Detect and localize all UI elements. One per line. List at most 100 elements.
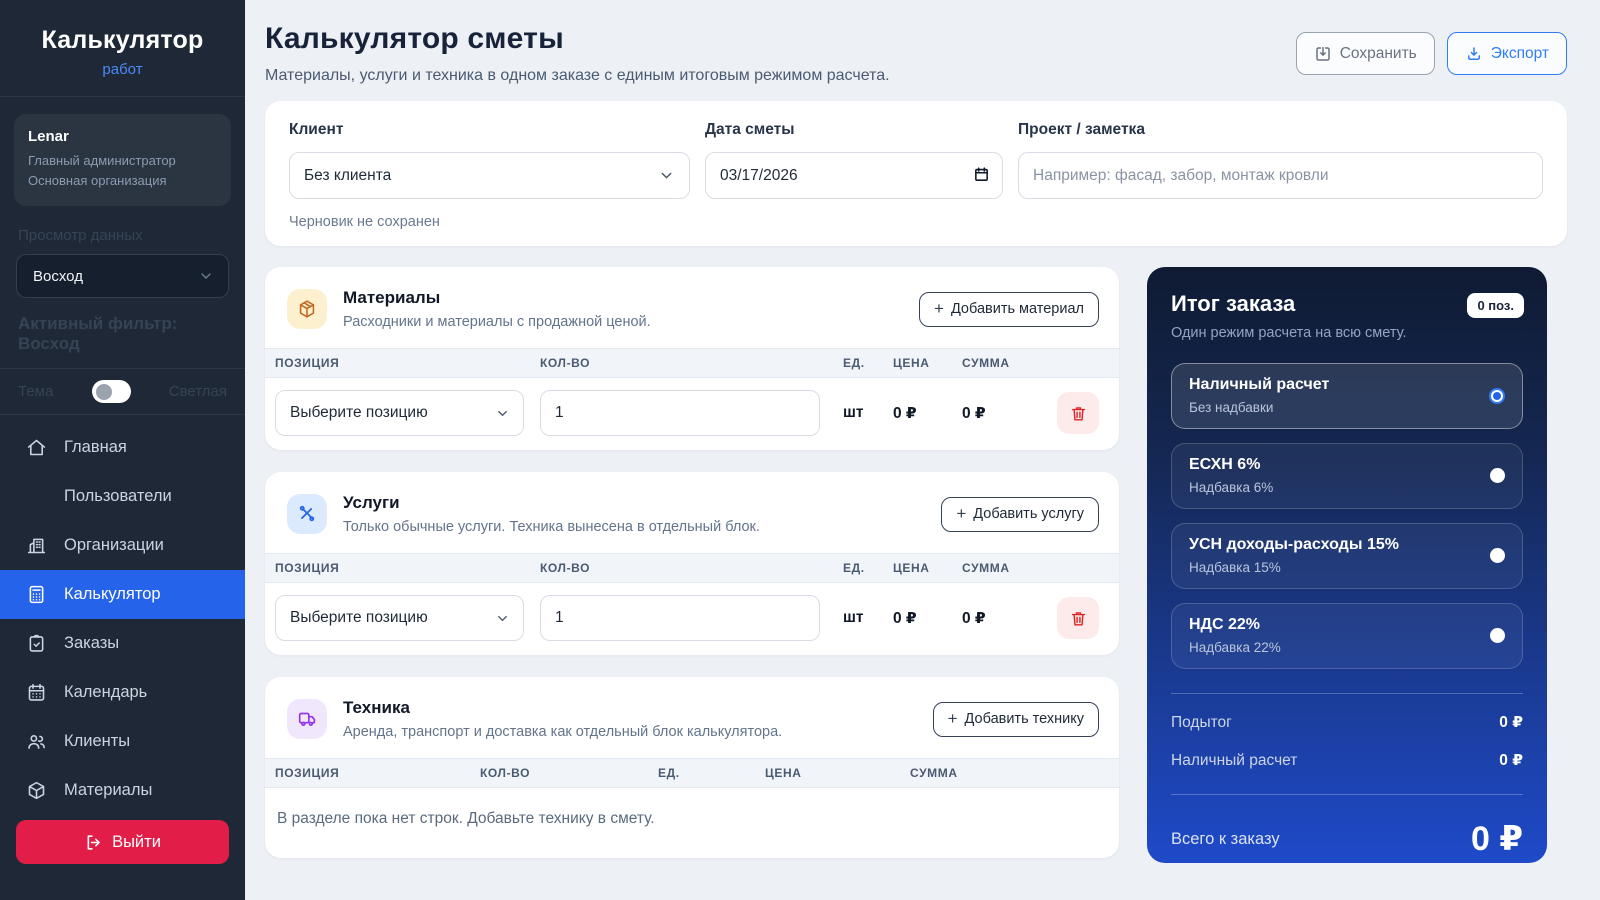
project-label: Проект / заметка [1018,121,1543,139]
radio-icon[interactable] [1490,468,1505,483]
logout-label: Выйти [112,833,161,852]
mode-option-eshn[interactable]: ЕСХН 6% Надбавка 6% [1171,443,1523,509]
sidebar-item-organizations[interactable]: Организации [0,521,245,570]
date-input[interactable] [705,152,1003,199]
sidebar-item-home[interactable]: Главная [0,423,245,472]
delete-row-button[interactable] [1057,597,1099,639]
sidebar-item-label: Материалы [64,781,152,800]
radio-icon[interactable] [1490,628,1505,643]
divider [1171,693,1523,694]
plus-icon: + [956,504,966,524]
empty-section-message: В разделе пока нет строк. Добавьте техни… [265,788,1119,858]
table-header: ПОЗИЦИЯ КОЛ-ВО ЕД. ЦЕНА СУММА [265,553,1119,583]
section-subtitle: Аренда, транспорт и доставка как отдельн… [343,724,933,740]
client-select[interactable]: Без клиента [289,152,690,199]
download-icon [1465,45,1483,63]
divider [1171,794,1523,795]
calendar-icon[interactable] [973,166,990,183]
service-price: 0 ₽ [893,609,962,628]
sidebar-item-orders[interactable]: Заказы [0,619,245,668]
section-subtitle: Расходники и материалы с продажной ценой… [343,314,919,330]
add-service-label: Добавить услугу [973,506,1084,522]
mode-option-usn[interactable]: УСН доходы-расходы 15% Надбавка 15% [1171,523,1523,589]
sidebar-item-materials[interactable]: Материалы [0,766,245,815]
page-title: Калькулятор сметы [265,22,890,56]
radio-icon[interactable] [1490,548,1505,563]
sidebar-item-label: Заказы [64,634,119,653]
radio-selected-icon[interactable] [1489,388,1505,404]
order-summary-panel: Итог заказа Один режим расчета на всю см… [1147,267,1547,863]
view-data-label: Просмотр данных [18,227,227,244]
add-service-button[interactable]: + Добавить услугу [941,497,1099,532]
equipment-section: Техника Аренда, транспорт и доставка как… [265,677,1119,858]
sidebar-item-calculator[interactable]: Калькулятор [0,570,245,619]
positions-count-badge: 0 поз. [1467,293,1524,318]
service-unit: шт [843,609,893,627]
trash-icon [1069,609,1088,628]
app-title: Калькулятор [10,26,235,55]
mode-subtitle: Надбавка 22% [1189,640,1281,655]
mode-line-value: 0 ₽ [1499,751,1523,770]
sections-column: Материалы Расходники и материалы с прода… [265,267,1119,880]
mode-subtitle: Надбавка 15% [1189,560,1399,575]
sidebar-item-label: Пользователи [64,487,172,506]
theme-label: Тема [18,383,53,400]
materials-section: Материалы Расходники и материалы с прода… [265,267,1119,450]
export-button[interactable]: Экспорт [1447,32,1567,75]
divider [0,96,245,97]
logout-button[interactable]: Выйти [16,820,229,864]
col-price: ЦЕНА [893,356,962,370]
tools-icon [287,494,327,534]
mode-subtitle: Без надбавки [1189,400,1329,415]
section-title: Услуги [343,493,941,513]
chevron-down-icon [658,167,675,184]
services-section: Услуги Только обычные услуги. Техника вы… [265,472,1119,655]
chevron-down-icon [198,268,214,284]
calculator-icon [25,584,47,606]
sidebar-item-label: Клиенты [64,732,130,751]
chevron-down-icon [495,406,510,421]
org-filter-value: Восход [33,268,83,285]
service-position-select[interactable]: Выберите позицию [275,595,524,641]
sidebar-item-label: Калькулятор [64,585,161,604]
logout-icon [84,833,103,852]
mode-title: ЕСХН 6% [1189,456,1273,474]
mode-option-nds[interactable]: НДС 22% Надбавка 22% [1171,603,1523,669]
mode-option-cash[interactable]: Наличный расчет Без надбавки [1171,363,1523,429]
project-input[interactable] [1018,152,1543,199]
sidebar-item-calendar[interactable]: Календарь [0,668,245,717]
table-header: ПОЗИЦИЯ КОЛ-ВО ЕД. ЦЕНА СУММА [265,758,1119,788]
col-price: ЦЕНА [765,766,910,780]
divider [0,414,245,415]
client-label: Клиент [289,121,690,139]
client-select-value: Без клиента [304,167,391,185]
sidebar-item-label: Организации [64,536,164,555]
sidebar-item-label: Главная [64,438,127,457]
add-equipment-button[interactable]: + Добавить технику [933,702,1099,737]
app-subtitle: работ [10,61,235,78]
trash-icon [1069,404,1088,423]
service-qty-input[interactable] [540,595,820,641]
building-icon [25,535,47,557]
sidebar-item-users[interactable]: Пользователи [0,472,245,521]
page-subtitle: Материалы, услуги и техника в одном зака… [265,67,890,85]
service-sum: 0 ₽ [962,609,1057,628]
save-button[interactable]: Сохранить [1296,32,1435,75]
material-qty-input[interactable] [540,390,820,436]
sidebar-nav: Главная Пользователи Организации Калькул… [0,423,245,815]
plus-icon: + [934,299,944,319]
sidebar-item-clients[interactable]: Клиенты [0,717,245,766]
material-sum: 0 ₽ [962,404,1057,423]
material-position-select[interactable]: Выберите позицию [275,390,524,436]
theme-toggle[interactable] [92,380,131,403]
org-filter-select[interactable]: Восход [16,254,229,298]
mode-title: НДС 22% [1189,616,1281,634]
add-material-button[interactable]: + Добавить материал [919,292,1099,327]
mode-subtitle: Надбавка 6% [1189,480,1273,495]
col-unit: ЕД. [658,766,765,780]
calendar-icon [25,682,47,704]
delete-row-button[interactable] [1057,392,1099,434]
date-label: Дата сметы [705,121,1003,139]
app-logo: Калькулятор работ [0,0,245,96]
col-sum: СУММА [910,766,1109,780]
